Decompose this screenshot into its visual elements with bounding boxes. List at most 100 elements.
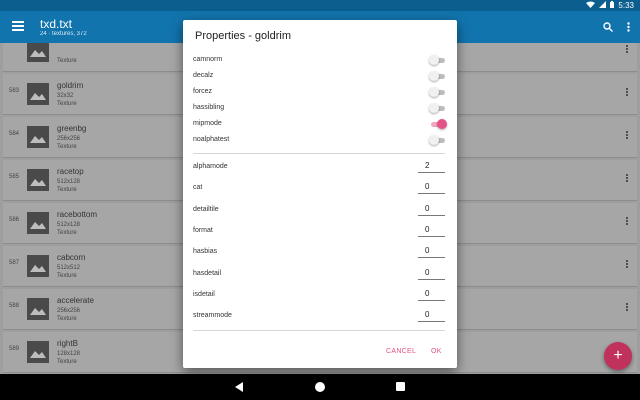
- item-name: goldrim: [57, 81, 84, 90]
- field-input[interactable]: 0: [418, 203, 445, 216]
- toggle-label: forcez: [193, 88, 213, 95]
- app-title: txd.txt: [40, 17, 73, 31]
- field-input[interactable]: 0: [418, 245, 445, 259]
- item-index: 583: [9, 88, 20, 94]
- item-type: Texture: [57, 187, 77, 193]
- item-index: 587: [9, 260, 20, 266]
- image-icon: [27, 212, 49, 234]
- wifi-icon: [586, 1, 596, 10]
- more-vert-icon[interactable]: [626, 45, 629, 54]
- item-size: 256x256: [57, 308, 81, 314]
- image-icon: [27, 126, 49, 148]
- toggle-label: hassibling: [193, 104, 225, 111]
- item-type: Texture: [57, 230, 77, 236]
- app-subtitle: 24 · textures, 372: [40, 31, 87, 37]
- more-vert-icon[interactable]: [626, 303, 629, 312]
- toggle-switch[interactable]: [429, 71, 445, 81]
- field-input[interactable]: 0: [418, 309, 445, 323]
- toggle-switch[interactable]: [429, 135, 445, 145]
- toggle-row-noalphatest: noalphatest: [193, 134, 445, 148]
- more-vert-icon[interactable]: [627, 19, 630, 37]
- item-index: 585: [9, 174, 20, 180]
- toggle-label: noalphatest: [193, 136, 230, 143]
- field-row-cat: cat 0: [193, 181, 445, 197]
- field-row-hasdetail: hasdetail 0: [193, 267, 445, 283]
- field-label: cat: [193, 184, 203, 192]
- status-icons: 5:33: [586, 1, 634, 10]
- item-type: Texture: [57, 144, 77, 150]
- field-label: hasdetail: [193, 269, 222, 277]
- item-size: 512x512: [57, 265, 81, 271]
- image-icon: [27, 298, 49, 320]
- clock: 5:33: [618, 1, 634, 10]
- toggle-switch[interactable]: [429, 103, 445, 113]
- item-index: 588: [9, 303, 20, 309]
- field-input[interactable]: 0: [418, 181, 445, 195]
- toggle-row-forcez: forcez: [193, 86, 445, 100]
- field-row-isdetail: isdetail 0: [193, 288, 445, 304]
- toggle-row-camnorm: camnorm: [193, 54, 445, 68]
- field-label: hasbias: [193, 248, 218, 256]
- more-vert-icon[interactable]: [626, 260, 629, 269]
- toggle-switch[interactable]: [429, 119, 447, 129]
- image-icon: [27, 43, 49, 62]
- toggle-switch[interactable]: [429, 87, 445, 97]
- item-index: 586: [9, 217, 20, 223]
- field-row-detailtile: detailtile 0: [193, 203, 445, 219]
- item-type: Texture: [57, 273, 77, 279]
- home-icon[interactable]: [315, 382, 325, 392]
- field-label: detailtile: [193, 205, 219, 213]
- field-label: streammode: [193, 312, 232, 320]
- back-icon[interactable]: [235, 382, 243, 392]
- item-type: Texture: [57, 101, 77, 107]
- item-type: Texture: [57, 58, 77, 64]
- item-index: 589: [9, 346, 20, 352]
- item-size: 128x128: [57, 351, 81, 357]
- ok-button[interactable]: OK: [431, 348, 442, 355]
- app-actions: [603, 19, 630, 37]
- item-index: 584: [9, 131, 20, 137]
- more-vert-icon[interactable]: [626, 88, 629, 97]
- image-icon: [27, 83, 49, 105]
- divider: [193, 330, 445, 331]
- hamburger-icon[interactable]: [12, 21, 24, 31]
- field-label: format: [193, 226, 213, 234]
- recents-icon[interactable]: [396, 382, 405, 391]
- item-type: Texture: [57, 359, 77, 365]
- field-input[interactable]: 0: [418, 288, 445, 301]
- toggle-switch[interactable]: [429, 55, 445, 65]
- item-type: Texture: [57, 316, 77, 322]
- image-icon: [27, 255, 49, 277]
- field-input[interactable]: 0: [418, 267, 445, 280]
- field-row-format: format 0: [193, 224, 445, 240]
- signal-icon: [599, 1, 607, 10]
- field-input[interactable]: 0: [418, 224, 445, 237]
- battery-icon: [610, 1, 615, 10]
- field-input[interactable]: 2: [418, 160, 445, 173]
- add-button[interactable]: +: [604, 342, 632, 370]
- toggle-row-decalz: decalz: [193, 70, 445, 84]
- item-size: 512x128: [57, 179, 81, 185]
- more-vert-icon[interactable]: [626, 131, 629, 140]
- toggle-label: mipmode: [193, 120, 222, 127]
- item-name: rightB: [57, 339, 78, 348]
- item-name: greenbg: [57, 124, 87, 133]
- more-vert-icon[interactable]: [626, 217, 629, 226]
- field-label: isdetail: [193, 290, 215, 298]
- status-bar: 5:33: [0, 0, 640, 11]
- cancel-button[interactable]: CANCEL: [386, 348, 416, 355]
- item-name: cabcorn: [57, 253, 86, 262]
- field-row-hasbias: hasbias 0: [193, 245, 445, 261]
- nav-bar: [0, 374, 640, 400]
- item-size: 256x256: [57, 136, 81, 142]
- properties-dialog: Properties - goldrim camnorm decalz forcez…: [183, 20, 457, 368]
- item-size: 32x32: [57, 93, 74, 99]
- item-name: racebottom: [57, 210, 98, 219]
- field-label: alphamode: [193, 163, 228, 170]
- search-icon[interactable]: [603, 19, 613, 37]
- toggle-row-hassibling: hassibling: [193, 102, 445, 116]
- divider: [193, 153, 445, 154]
- toggle-label: decalz: [193, 72, 214, 79]
- more-vert-icon[interactable]: [626, 174, 629, 183]
- item-name: racetop: [57, 167, 84, 176]
